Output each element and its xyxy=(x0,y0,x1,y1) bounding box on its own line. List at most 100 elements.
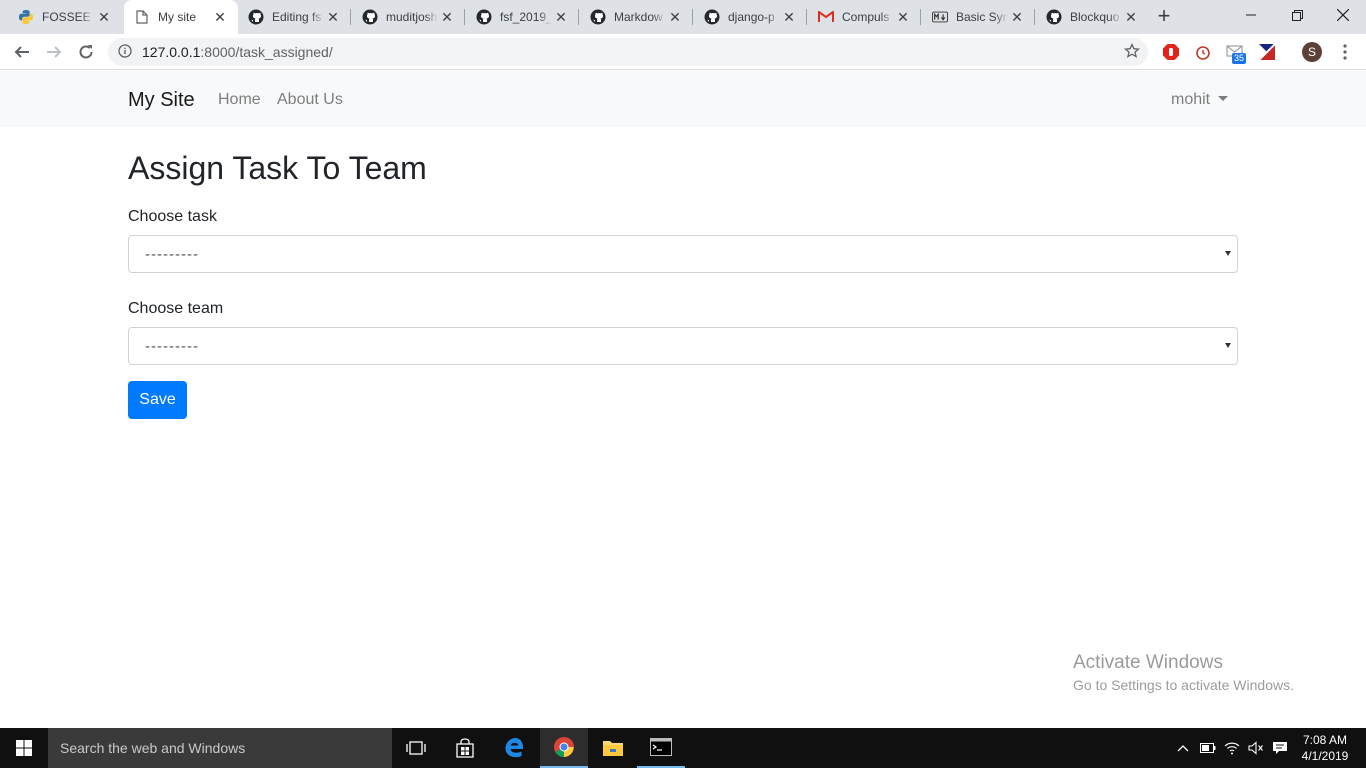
system-clock[interactable]: 7:08 AM 4/1/2019 xyxy=(1294,732,1356,764)
browser-tab[interactable]: fsf_2019_ ✕ xyxy=(466,0,579,34)
team-label: Choose team xyxy=(128,300,224,317)
tab-title: Basic Syn xyxy=(956,10,1008,24)
back-arrow-icon[interactable] xyxy=(10,40,34,64)
activate-windows-title: Activate Windows xyxy=(1073,652,1223,673)
browser-tab[interactable]: django-p ✕ xyxy=(694,0,807,34)
tab-divider xyxy=(1034,9,1035,25)
info-icon[interactable] xyxy=(118,44,132,63)
browser-tab[interactable]: Editing fs ✕ xyxy=(238,0,351,34)
close-tab-icon[interactable]: ✕ xyxy=(1123,9,1139,25)
browser-tab[interactable]: Basic Syn ✕ xyxy=(922,0,1035,34)
action-center-icon[interactable] xyxy=(1272,740,1288,756)
edge-icon[interactable] xyxy=(490,728,538,768)
activate-windows-subtitle: Go to Settings to activate Windows. xyxy=(1073,677,1294,693)
dropdown-arrow-icon xyxy=(1225,251,1231,256)
github-icon xyxy=(476,9,492,25)
tab-divider xyxy=(920,9,921,25)
mail-checker-icon[interactable]: 35 xyxy=(1226,43,1247,64)
tab-divider xyxy=(464,9,465,25)
close-tab-icon[interactable]: ✕ xyxy=(212,9,228,25)
browser-tab-strip: FOSSEE S ✕ My site ✕ Editing fs ✕ muditj… xyxy=(0,0,1366,34)
chrome-icon[interactable] xyxy=(540,728,588,768)
tab-title: Editing fs xyxy=(272,10,322,24)
volume-muted-icon[interactable] xyxy=(1248,740,1264,756)
team-select-value: --------- xyxy=(145,338,199,355)
python-icon xyxy=(18,9,34,25)
task-label: Choose task xyxy=(128,208,217,225)
user-dropdown[interactable]: mohit xyxy=(1171,91,1229,109)
tab-title: Compuls xyxy=(842,10,890,24)
file-explorer-icon[interactable] xyxy=(589,728,637,768)
close-tab-icon[interactable]: ✕ xyxy=(439,9,455,25)
dropdown-arrow-icon xyxy=(1225,343,1231,348)
close-tab-icon[interactable]: ✕ xyxy=(96,9,112,25)
nav-link-home[interactable]: Home xyxy=(218,91,261,109)
site-navbar: My Site Home About Us mohit xyxy=(0,71,1366,127)
github-icon xyxy=(704,9,720,25)
nav-link-about[interactable]: About Us xyxy=(277,91,343,109)
task-select[interactable]: --------- xyxy=(128,235,1238,273)
tab-title: django-p xyxy=(728,10,775,24)
tab-title: FOSSEE S xyxy=(42,10,94,24)
team-select[interactable]: --------- xyxy=(128,327,1238,365)
windows-start-icon[interactable] xyxy=(0,728,48,768)
mail-count-badge: 35 xyxy=(1232,53,1247,64)
taskbar: Search the web and Windows 7:08 AM 4/1/2… xyxy=(0,728,1366,768)
task-view-icon[interactable] xyxy=(392,728,440,768)
browser-tab[interactable]: muditjosh ✕ xyxy=(352,0,465,34)
profile-avatar[interactable]: S xyxy=(1302,42,1322,62)
browser-tab-active[interactable]: My site ✕ xyxy=(124,0,238,34)
adblock-icon[interactable] xyxy=(1162,43,1180,61)
browser-tab[interactable]: FOSSEE S ✕ xyxy=(8,0,122,34)
github-icon xyxy=(1046,9,1062,25)
address-bar[interactable]: 127.0.0.1:8000/task_assigned/ xyxy=(108,38,1148,66)
github-icon xyxy=(248,9,264,25)
close-tab-icon[interactable]: ✕ xyxy=(667,9,683,25)
terminal-icon[interactable] xyxy=(637,728,685,768)
tab-divider xyxy=(692,9,693,25)
browser-tab[interactable]: Blockquo ✕ xyxy=(1036,0,1149,34)
tab-divider xyxy=(578,9,579,25)
timer-extension-icon[interactable] xyxy=(1194,43,1212,61)
github-icon xyxy=(590,9,606,25)
gmail-icon xyxy=(818,9,834,25)
site-brand[interactable]: My Site xyxy=(128,89,195,112)
close-tab-icon[interactable]: ✕ xyxy=(553,9,569,25)
new-tab-plus-icon[interactable]: + xyxy=(1152,5,1176,29)
restore-icon[interactable] xyxy=(1274,0,1320,30)
tab-title: Markdow xyxy=(614,10,663,24)
github-icon xyxy=(362,9,378,25)
caret-down-icon xyxy=(1218,96,1229,101)
close-tab-icon[interactable]: ✕ xyxy=(325,9,341,25)
store-icon[interactable] xyxy=(441,728,489,768)
tab-divider xyxy=(806,9,807,25)
markdown-icon xyxy=(932,9,948,25)
task-select-value: --------- xyxy=(145,246,199,263)
close-tab-icon[interactable]: ✕ xyxy=(781,9,797,25)
forward-arrow-icon[interactable] xyxy=(42,40,66,64)
save-button[interactable]: Save xyxy=(128,381,187,419)
menu-dots-icon[interactable] xyxy=(1336,43,1354,61)
minimize-icon[interactable] xyxy=(1228,0,1274,30)
flag-extension-icon[interactable] xyxy=(1258,43,1276,61)
show-hidden-icons-chevron-up-icon[interactable] xyxy=(1175,740,1191,756)
reload-icon[interactable] xyxy=(74,40,98,64)
browser-toolbar: 127.0.0.1:8000/task_assigned/ 35 S xyxy=(0,34,1366,70)
clock-date: 4/1/2019 xyxy=(1301,749,1349,763)
tab-title: muditjosh xyxy=(386,10,438,24)
close-tab-icon[interactable]: ✕ xyxy=(895,9,911,25)
taskbar-search-input[interactable]: Search the web and Windows xyxy=(48,728,392,768)
tab-title: fsf_2019_ xyxy=(500,10,552,24)
browser-tab[interactable]: Compuls ✕ xyxy=(808,0,921,34)
wifi-icon[interactable] xyxy=(1224,740,1240,756)
url-text: 127.0.0.1:8000/task_assigned/ xyxy=(142,44,333,60)
tab-title: My site xyxy=(158,10,197,24)
bookmark-star-icon[interactable] xyxy=(1123,42,1141,64)
battery-icon[interactable] xyxy=(1200,740,1216,756)
page-title: Assign Task To Team xyxy=(128,150,427,186)
browser-tab[interactable]: Markdow ✕ xyxy=(580,0,693,34)
close-tab-icon[interactable]: ✕ xyxy=(1009,9,1025,25)
username: mohit xyxy=(1171,91,1211,108)
close-window-icon[interactable] xyxy=(1320,0,1366,30)
url-host: 127.0.0.1 xyxy=(142,44,201,60)
